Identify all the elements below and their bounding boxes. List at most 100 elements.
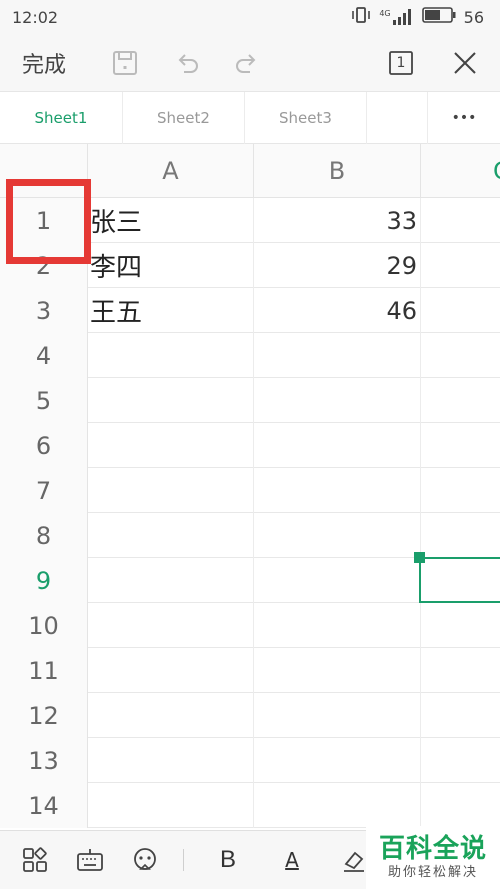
cell-c[interactable] — [421, 783, 500, 828]
cell-a[interactable] — [88, 738, 254, 783]
watermark-logo: 百科全说 助你轻松解决 — [366, 826, 500, 889]
cell-b[interactable] — [254, 378, 421, 423]
row-header[interactable]: 7 — [0, 468, 88, 513]
column-header-b[interactable]: B — [254, 144, 421, 198]
tab-sheet3[interactable]: Sheet3 — [245, 92, 367, 144]
cell-c[interactable] — [421, 243, 500, 288]
toolbar-divider — [183, 849, 184, 871]
table-row: 10 — [0, 603, 500, 648]
row-header[interactable]: 4 — [0, 333, 88, 378]
font-color-button[interactable]: A — [275, 843, 309, 877]
cell-c[interactable] — [421, 468, 500, 513]
cell-c[interactable] — [421, 378, 500, 423]
tab-sheet1[interactable]: Sheet1 — [0, 92, 123, 144]
table-row: 5 — [0, 378, 500, 423]
status-bar: 12:02 4G 56 — [0, 0, 500, 34]
cell-c[interactable] — [421, 738, 500, 783]
row-header[interactable]: 8 — [0, 513, 88, 558]
table-row: 4 — [0, 333, 500, 378]
close-icon[interactable] — [448, 46, 482, 80]
apps-grid-icon[interactable] — [18, 843, 52, 877]
table-row: 7 — [0, 468, 500, 513]
row-header[interactable]: 12 — [0, 693, 88, 738]
cell-a[interactable] — [88, 648, 254, 693]
row-header[interactable]: 6 — [0, 423, 88, 468]
cell-a[interactable] — [88, 693, 254, 738]
cell-c[interactable] — [421, 603, 500, 648]
watermark-title: 百科全说 — [378, 833, 487, 864]
battery-level: 56 — [463, 7, 484, 27]
table-row: 8 — [0, 513, 500, 558]
tab-sheet2[interactable]: Sheet2 — [123, 92, 245, 144]
column-header-a[interactable]: A — [88, 144, 254, 198]
cell-a[interactable] — [88, 558, 254, 603]
cell-c[interactable] — [421, 648, 500, 693]
sheet-tabs: Sheet1 Sheet2 Sheet3 ••• — [0, 92, 500, 144]
network-type-label: 4G — [379, 9, 391, 18]
table-row: 14 — [0, 783, 500, 828]
cell-a[interactable] — [88, 783, 254, 828]
cell-b[interactable] — [254, 558, 421, 603]
cell-a[interactable]: 张三 — [88, 198, 254, 243]
table-row: 13 — [0, 738, 500, 783]
save-icon[interactable] — [108, 46, 142, 80]
cell-c[interactable] — [421, 693, 500, 738]
table-row: 11 — [0, 648, 500, 693]
table-row: 12 — [0, 693, 500, 738]
smart-assistant-icon[interactable] — [128, 843, 162, 877]
font-color-label: A — [285, 848, 299, 872]
cell-b[interactable] — [254, 693, 421, 738]
watermark-subtitle: 助你轻松解决 — [387, 864, 478, 880]
vibrate-icon — [351, 6, 371, 28]
table-row: 6 — [0, 423, 500, 468]
cell-c[interactable] — [421, 423, 500, 468]
table-row: 3 王五 46 — [0, 288, 500, 333]
row-header[interactable]: 14 — [0, 783, 88, 828]
tab-empty[interactable] — [367, 92, 428, 144]
cell-c[interactable] — [421, 198, 500, 243]
row-header[interactable]: 9 — [0, 558, 88, 603]
cell-a[interactable] — [88, 468, 254, 513]
cell-b[interactable] — [254, 648, 421, 693]
bold-button[interactable]: B — [211, 843, 245, 877]
row-header[interactable]: 10 — [0, 603, 88, 648]
row-header[interactable]: 11 — [0, 648, 88, 693]
cell-b[interactable] — [254, 513, 421, 558]
cell-a[interactable]: 李四 — [88, 243, 254, 288]
cell-a[interactable] — [88, 603, 254, 648]
cell-b[interactable]: 29 — [254, 243, 421, 288]
cell-b[interactable]: 46 — [254, 288, 421, 333]
cell-c[interactable] — [421, 333, 500, 378]
pages-count: 1 — [396, 54, 406, 71]
column-header-c[interactable]: C — [421, 144, 500, 198]
redo-icon[interactable] — [230, 46, 264, 80]
keyboard-icon[interactable] — [73, 843, 107, 877]
cell-b[interactable] — [254, 738, 421, 783]
cell-b[interactable] — [254, 423, 421, 468]
cell-b[interactable]: 33 — [254, 198, 421, 243]
cell-a[interactable]: 王五 — [88, 288, 254, 333]
top-toolbar: 完成 1 — [0, 34, 500, 92]
done-button[interactable]: 完成 — [22, 47, 82, 79]
selected-cell[interactable] — [419, 557, 500, 603]
cell-b[interactable] — [254, 783, 421, 828]
status-icons: 4G 56 — [351, 6, 484, 28]
more-icon[interactable]: ••• — [428, 92, 500, 144]
cell-a[interactable] — [88, 333, 254, 378]
cell-b[interactable] — [254, 333, 421, 378]
pages-button[interactable]: 1 — [384, 46, 418, 80]
grid-rows: 1 张三 33 2 李四 29 3 王五 46 4 5 6 7 8 9 10 11 12 13 14 — [0, 198, 500, 828]
battery-icon — [421, 7, 456, 27]
undo-icon[interactable] — [170, 46, 204, 80]
row-header[interactable]: 3 — [0, 288, 88, 333]
cell-a[interactable] — [88, 513, 254, 558]
status-time: 12:02 — [12, 7, 59, 27]
cell-c[interactable] — [421, 288, 500, 333]
cell-c[interactable] — [421, 513, 500, 558]
row-header[interactable]: 5 — [0, 378, 88, 423]
cell-a[interactable] — [88, 378, 254, 423]
cell-b[interactable] — [254, 603, 421, 648]
cell-b[interactable] — [254, 468, 421, 513]
cell-a[interactable] — [88, 423, 254, 468]
row-header[interactable]: 13 — [0, 738, 88, 783]
